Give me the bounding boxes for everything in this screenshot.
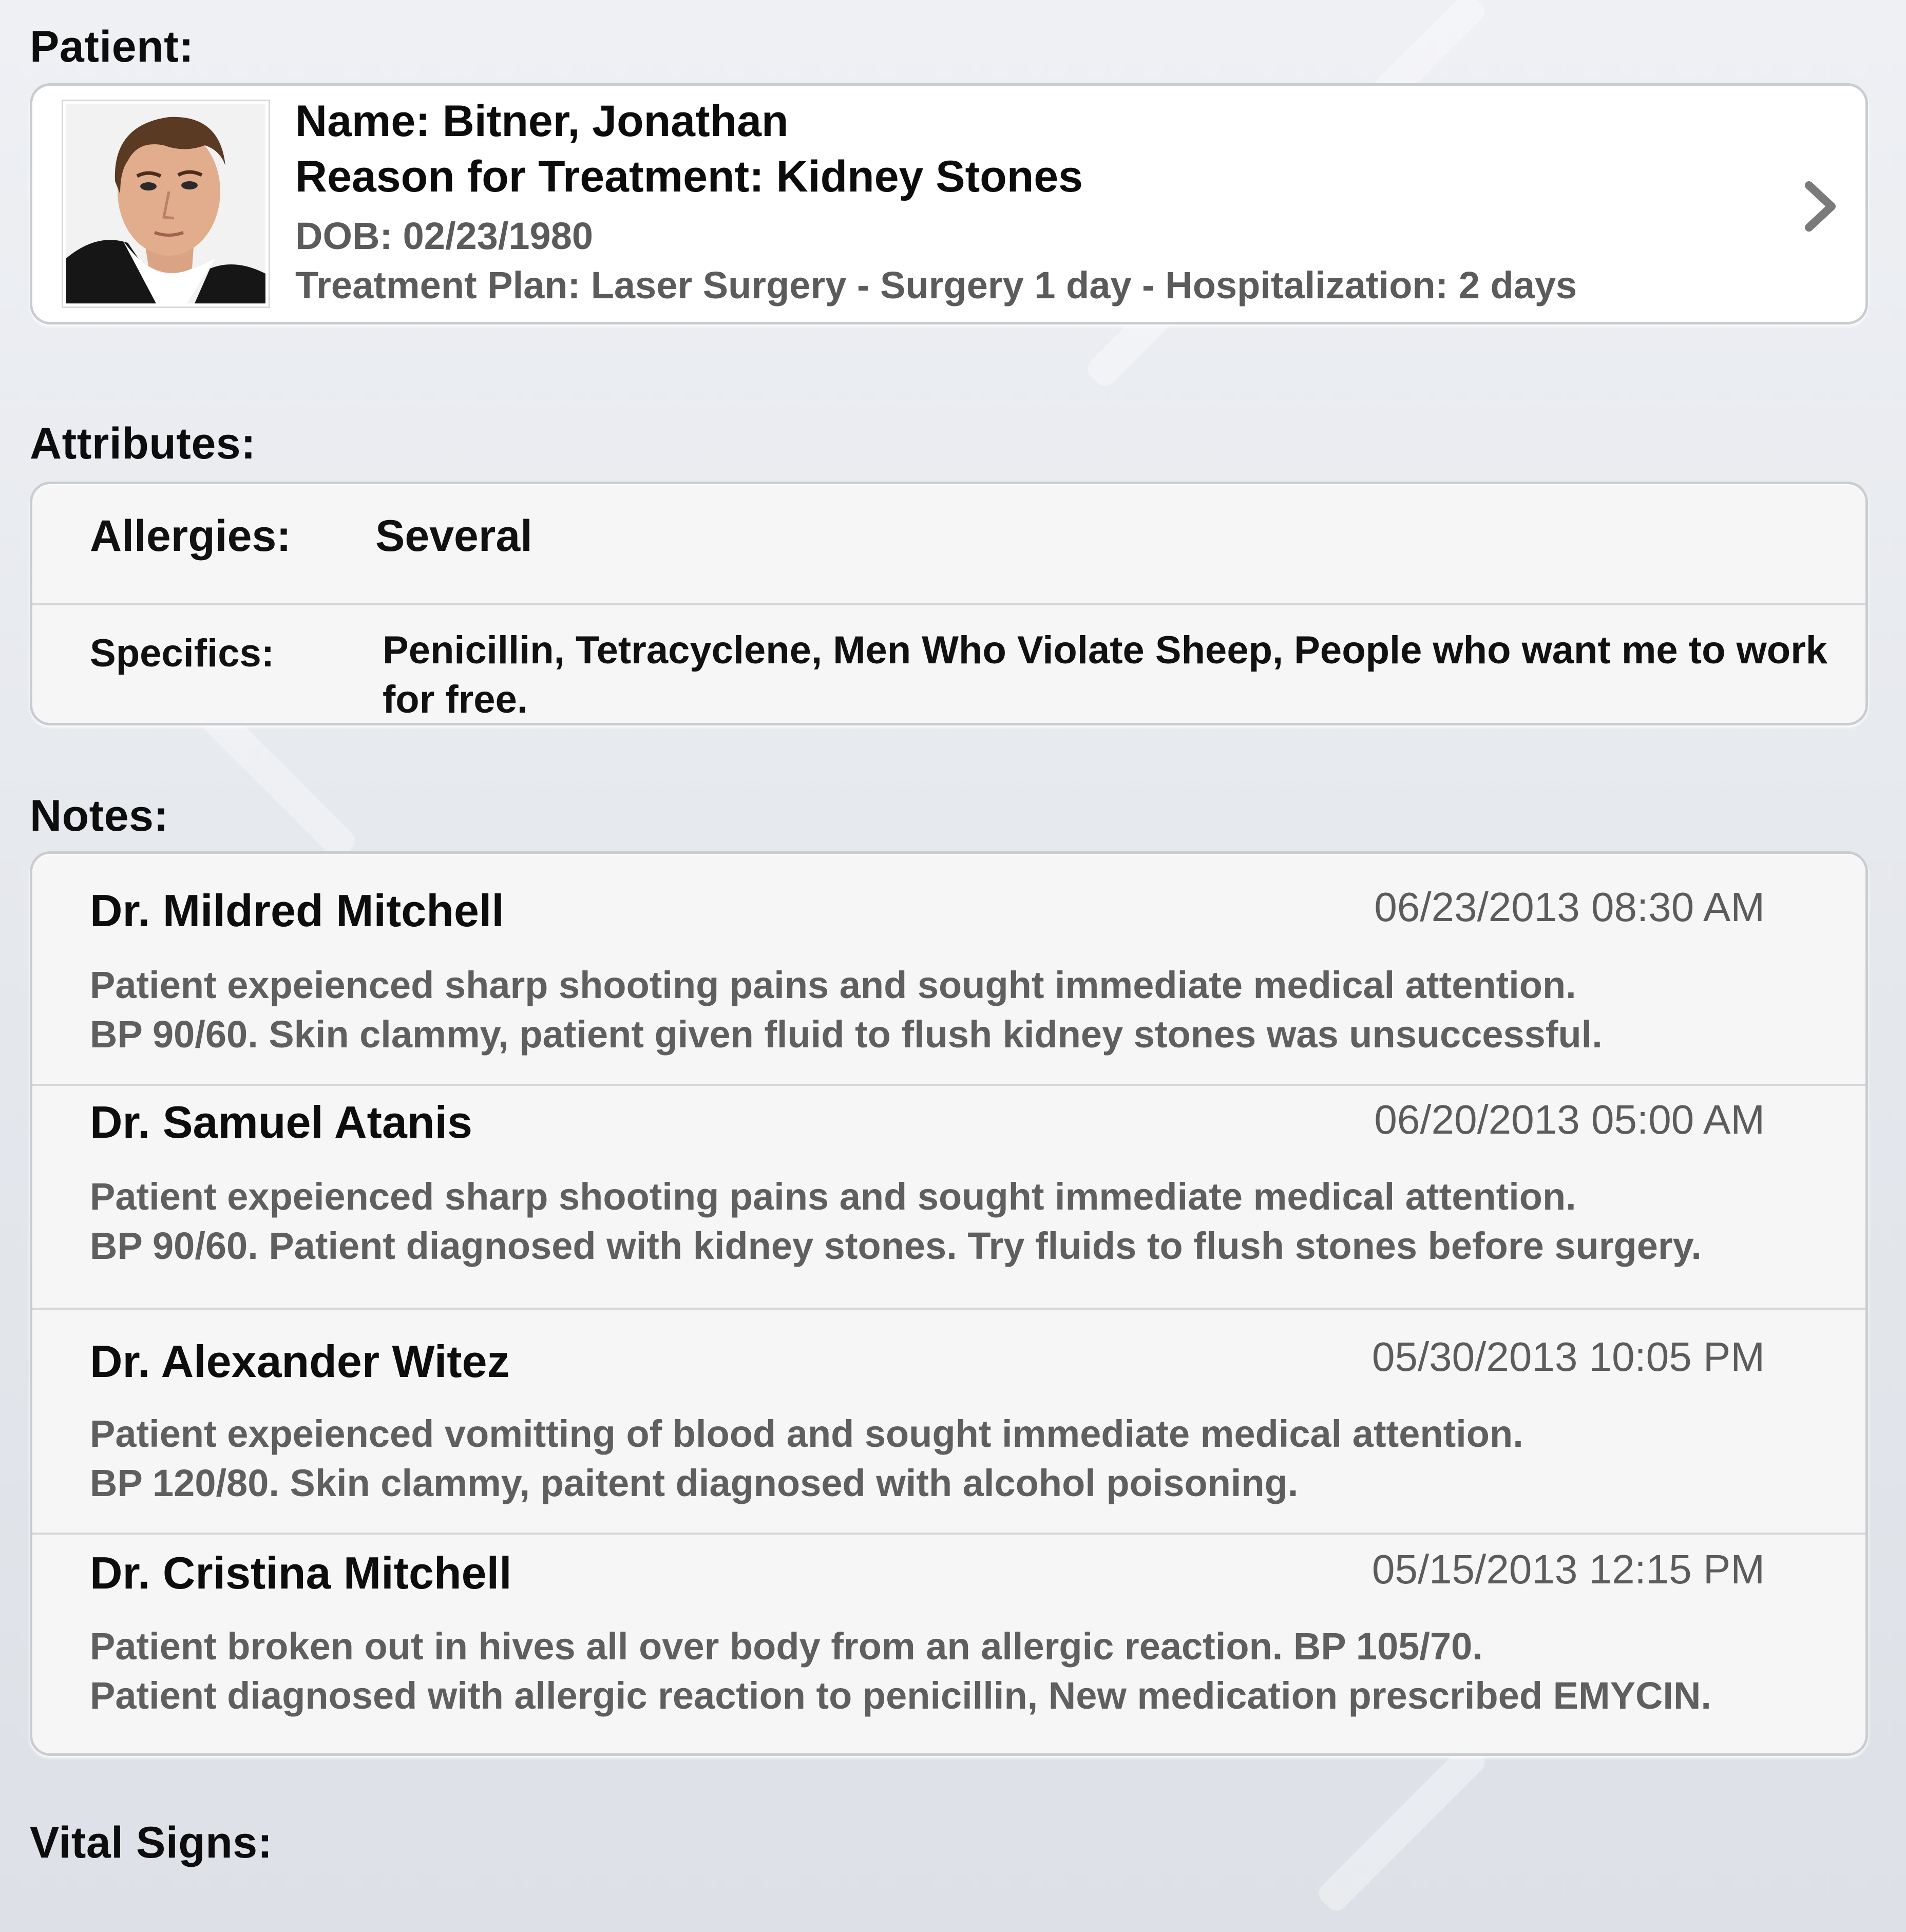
attributes-section-title: Attributes:: [30, 419, 256, 468]
vital-signs-section-title: Vital Signs:: [30, 1818, 273, 1867]
patient-summary-card[interactable]: Name: Bitner, Jonathan Reason for Treatm…: [30, 83, 1868, 324]
note-item[interactable]: Dr. Mildred Mitchell 06/23/2013 08:30 AM…: [32, 854, 1865, 1084]
patient-reason: Reason for Treatment: Kidney Stones: [295, 152, 1083, 201]
note-timestamp: 05/30/2013 10:05 PM: [1371, 1334, 1765, 1380]
patient-dob: DOB: 02/23/1980: [295, 215, 594, 257]
note-timestamp: 05/15/2013 12:15 PM: [1371, 1546, 1765, 1592]
note-text: Patient expeienced sharp shooting pains …: [90, 1172, 1702, 1271]
background-streak: [1314, 1740, 1489, 1915]
patient-treatment-plan: Treatment Plan: Laser Surgery - Surgery …: [295, 264, 1577, 307]
specifics-value: Penicillin, Tetracyclene, Men Who Violat…: [383, 628, 1828, 721]
patient-section-title: Patient:: [30, 22, 194, 71]
note-author: Dr. Mildred Mitchell: [90, 885, 504, 936]
note-text-line: Patient broken out in hives all over bod…: [90, 1625, 1483, 1668]
attributes-card: Allergies: Several Specifics: Penicillin…: [30, 482, 1868, 725]
note-text-line: Patient expeienced sharp shooting pains …: [90, 1175, 1576, 1218]
note-text-line: Patient diagnosed with allergic reaction…: [90, 1674, 1711, 1717]
note-author: Dr. Cristina Mitchell: [90, 1547, 512, 1598]
patient-photo: [63, 101, 269, 307]
allergies-label: Allergies:: [90, 511, 291, 561]
note-text: Patient broken out in hives all over bod…: [90, 1622, 1711, 1720]
note-timestamp: 06/20/2013 05:00 AM: [1374, 1097, 1765, 1142]
note-author: Dr. Samuel Atanis: [90, 1097, 472, 1147]
note-author: Dr. Alexander Witez: [90, 1336, 510, 1387]
note-text-line: Patient expeienced sharp shooting pains …: [90, 964, 1576, 1006]
attribute-row-specifics[interactable]: Specifics: Penicillin, Tetracyclene, Men…: [32, 605, 1865, 723]
note-item[interactable]: Dr. Cristina Mitchell 05/15/2013 12:15 P…: [32, 1533, 1865, 1753]
note-text-line: BP 90/60. Skin clammy, patient given flu…: [90, 1013, 1603, 1056]
note-timestamp: 06/23/2013 08:30 AM: [1374, 884, 1765, 930]
note-item[interactable]: Dr. Samuel Atanis 06/20/2013 05:00 AM Pa…: [32, 1084, 1865, 1308]
note-text: Patient expeienced vomitting of blood an…: [90, 1409, 1523, 1508]
note-text: Patient expeienced sharp shooting pains …: [90, 961, 1603, 1059]
note-item[interactable]: Dr. Alexander Witez 05/30/2013 10:05 PM …: [32, 1308, 1865, 1533]
note-text-line: BP 120/80. Skin clammy, paitent diagnose…: [90, 1462, 1299, 1504]
patient-photo-icon: [66, 104, 265, 303]
patient-detail-screen: { "sections": { "patient": "Patient:", "…: [0, 0, 1906, 1932]
allergies-value: Several: [375, 511, 533, 561]
note-text-line: BP 90/60. Patient diagnosed with kidney …: [90, 1225, 1702, 1267]
attribute-row-allergies[interactable]: Allergies: Several: [32, 484, 1865, 605]
patient-name: Name: Bitner, Jonathan: [295, 97, 789, 146]
specifics-label: Specifics:: [90, 632, 275, 675]
notes-section-title: Notes:: [30, 791, 169, 840]
note-text-line: Patient expeienced vomitting of blood an…: [90, 1412, 1523, 1455]
notes-card: Dr. Mildred Mitchell 06/23/2013 08:30 AM…: [30, 851, 1868, 1756]
chevron-right-icon[interactable]: [1800, 178, 1841, 235]
